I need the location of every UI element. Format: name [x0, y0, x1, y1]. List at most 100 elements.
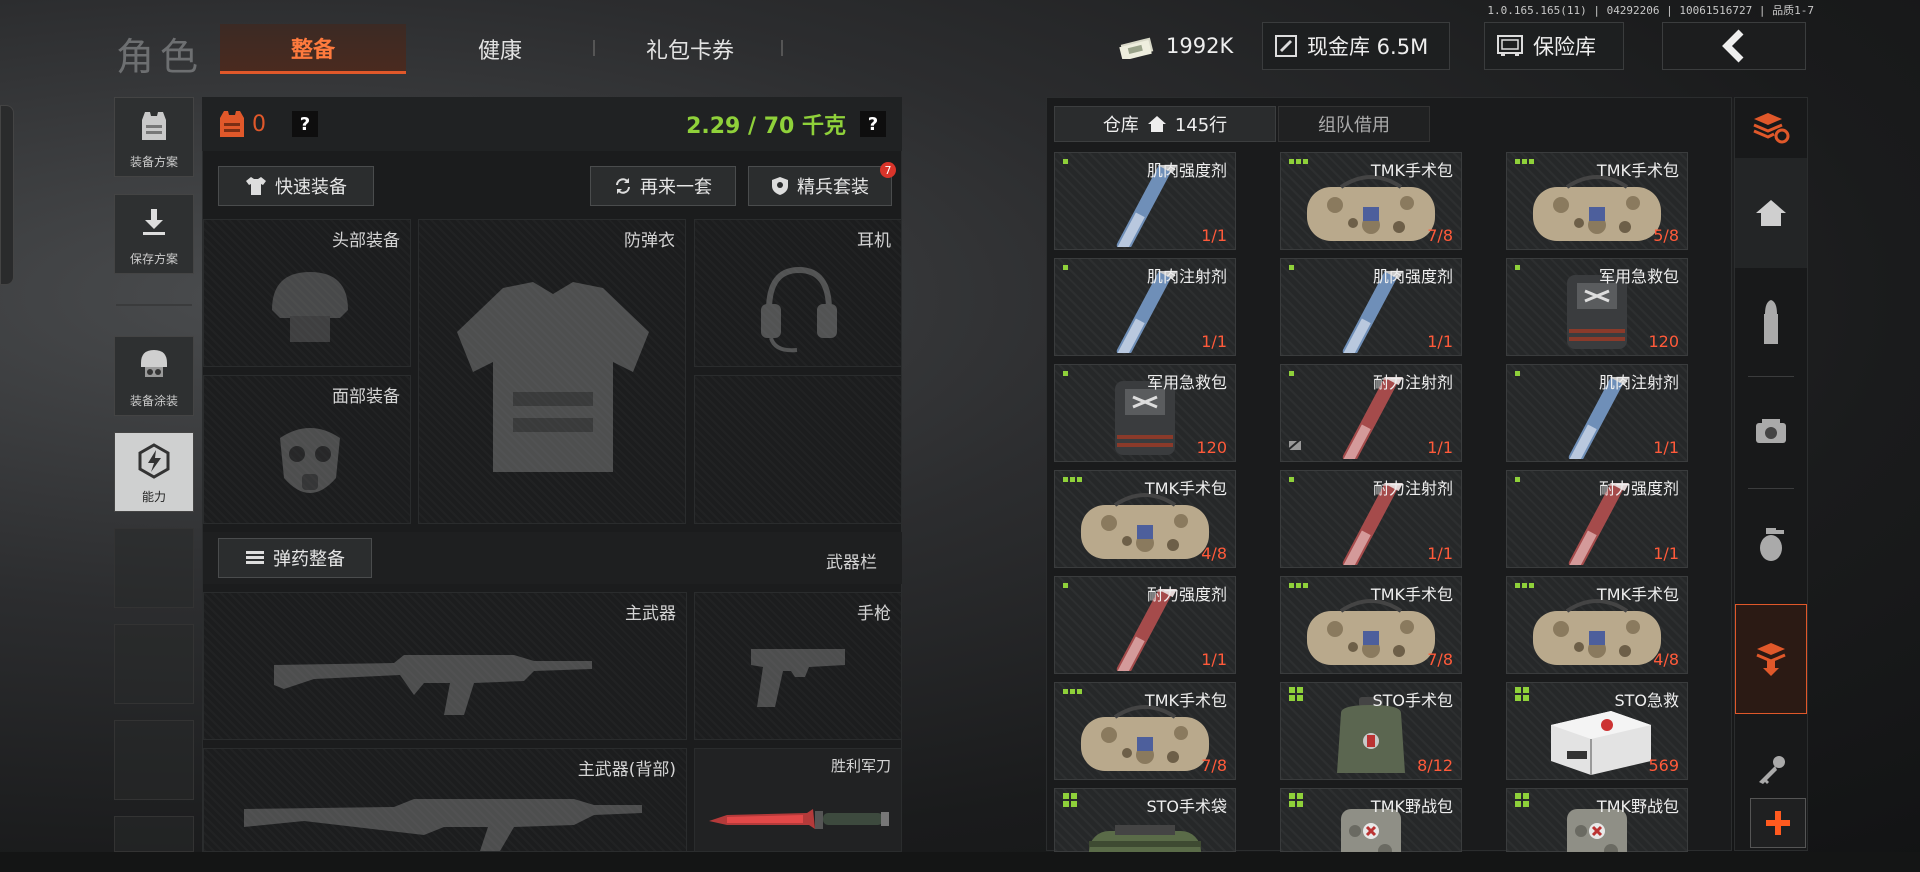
safe-icon [1497, 35, 1523, 57]
warehouse-item[interactable]: 肌肉注射剂 1/1 [1054, 258, 1236, 368]
sidebar-divider [116, 304, 192, 306]
equip-again-button[interactable]: 再来一套 [590, 166, 736, 206]
warehouse-item[interactable]: TMK手术包 4/8 [1506, 576, 1688, 674]
warehouse-tab-label: 仓库 [1102, 115, 1139, 136]
item-name: TMK手术包 [1370, 585, 1453, 604]
tab-gift-cards[interactable]: 礼包卡券 [610, 24, 770, 74]
warehouse-item[interactable]: 军用急救包 120 [1506, 258, 1688, 356]
rarity-dots [1515, 159, 1534, 164]
ammo-prep-button[interactable]: 弹药整备 [218, 538, 372, 578]
weight-help-button[interactable]: ? [860, 111, 886, 137]
warehouse-item[interactable]: STO急救 569 [1506, 682, 1688, 780]
armor-count: 0 [252, 111, 266, 137]
warehouse-item[interactable]: 肌肉注射剂 1/1 [1506, 364, 1688, 474]
ammo-icon [1760, 298, 1782, 346]
warehouse-item[interactable]: 军用急救包 120 [1054, 364, 1236, 462]
helmet-silhouette-icon [272, 272, 348, 342]
sidebar-item-save-plan[interactable]: 保存方案 [114, 194, 194, 274]
cash-vault-button[interactable]: 现金库 6.5M [1262, 22, 1450, 70]
warehouse-item[interactable]: 肌肉强度剂 1/1 [1054, 152, 1236, 262]
item-count: 1/1 [1427, 438, 1453, 457]
cash-icon [1118, 33, 1156, 59]
back-button[interactable] [1662, 22, 1806, 70]
download-icon [139, 207, 169, 237]
ammo-icon [245, 549, 265, 567]
sidebar-item-loadout-plan[interactable]: 装备方案 [114, 97, 194, 177]
warehouse-item[interactable]: TMK野战包 [1506, 788, 1688, 872]
side-drawer-handle[interactable] [0, 105, 14, 285]
rarity-dots [1515, 477, 1520, 482]
tab-health[interactable]: 健康 [420, 24, 580, 74]
warehouse-item[interactable]: 耐力强度剂 1/1 [1506, 470, 1688, 580]
warehouse-item[interactable]: TMK手术包 7/8 [1054, 682, 1236, 780]
sidebar-item-label: 能力 [141, 490, 166, 504]
body-armor-silhouette-icon [457, 282, 649, 472]
currency-value: 1992K [1166, 34, 1234, 58]
item-name: 肌肉强度剂 [1372, 267, 1453, 286]
warehouse-item[interactable]: TMK手术包 7/8 [1280, 152, 1462, 250]
weight-display: 2.29 / 70 千克 [686, 114, 846, 139]
warehouse-item[interactable]: 耐力强度剂 1/1 [1054, 576, 1236, 686]
rifle-silhouette-icon [274, 655, 592, 715]
sidebar-item-label: 保存方案 [129, 252, 178, 266]
warehouse-item[interactable]: TMK野战包 [1280, 788, 1462, 872]
tab-equip[interactable]: 整备 [220, 24, 406, 74]
safe-button[interactable]: 保险库 [1484, 22, 1624, 70]
sidebar-item-ability[interactable]: 能力 [114, 432, 194, 512]
sidebar-item-label: 装备涂装 [129, 394, 178, 408]
warehouse-item[interactable]: TMK手术包 4/8 [1054, 470, 1236, 568]
rail-sort-button[interactable] [1735, 100, 1807, 156]
rail-category-attachments[interactable] [1735, 380, 1807, 484]
sidebar-item-equipment-skin[interactable]: 装备涂装 [114, 336, 194, 416]
item-name: TMK手术包 [1596, 585, 1679, 604]
warehouse-item[interactable]: 耐力注射剂 1/1 [1280, 364, 1462, 474]
stack-refresh-icon [1752, 111, 1790, 145]
armor-vest-icon [218, 109, 246, 139]
version-text: 1.0.165.165(11) | 04292206 | 10061516727… [1487, 4, 1814, 17]
slot-head[interactable]: 头部装备 [203, 219, 411, 367]
gas-mask-silhouette-icon [280, 428, 340, 493]
armor-help-button[interactable]: ? [292, 111, 318, 137]
rail-category-medical[interactable] [1735, 604, 1807, 714]
equip-again-label: 再来一套 [640, 177, 712, 198]
rail-category-home[interactable] [1735, 158, 1807, 268]
item-count: 120 [1648, 332, 1679, 351]
rarity-dots [1289, 477, 1294, 482]
warehouse-item[interactable]: TMK手术包 7/8 [1280, 576, 1462, 674]
sidebar-empty-slot [114, 720, 194, 800]
slot-body-armor[interactable]: 防弹衣 [418, 219, 686, 524]
equipment-status-bar: 0 ? 2.29 / 70 千克 ? [202, 97, 902, 151]
key-icon [1755, 754, 1787, 786]
warehouse-item[interactable]: STO手术袋 [1054, 788, 1236, 872]
tab-warehouse[interactable]: 仓库 145行 [1054, 106, 1276, 142]
currency-display: 1992K [1106, 22, 1234, 70]
rail-category-throwables[interactable] [1735, 492, 1807, 596]
slot-face[interactable]: 面部装备 [203, 375, 411, 524]
elite-set-button[interactable]: 精兵套装 [748, 166, 892, 206]
slot-pistol[interactable]: 手枪 [694, 592, 902, 740]
warehouse-rows: 145行 [1174, 115, 1228, 136]
slot-primary-weapon-back[interactable]: 主武器(背部) [203, 748, 687, 852]
tab-team-borrow[interactable]: 组队借用 [1278, 106, 1430, 142]
warehouse-item[interactable]: 肌肉强度剂 1/1 [1280, 258, 1462, 368]
warehouse-item[interactable]: STO手术包 8/12 [1280, 682, 1462, 780]
warehouse-item[interactable]: 耐力注射剂 1/1 [1280, 470, 1462, 580]
slot-knife[interactable]: 胜利军刀 [694, 748, 902, 852]
back-arrow-icon [1717, 29, 1751, 63]
item-name: 肌肉强度剂 [1146, 161, 1227, 180]
scope-icon [1752, 417, 1790, 447]
rarity-dots [1063, 689, 1082, 694]
item-count: 5/8 [1653, 226, 1679, 245]
slot-primary-weapon[interactable]: 主武器 [203, 592, 687, 740]
rail-category-ammo[interactable] [1735, 270, 1807, 374]
item-count: 7/8 [1427, 650, 1453, 669]
item-count: 1/1 [1427, 544, 1453, 563]
slot-headset[interactable]: 耳机 [694, 219, 902, 367]
rail-add-button[interactable] [1750, 798, 1806, 848]
rarity-dots [1063, 477, 1082, 482]
warehouse-item[interactable]: TMK手术包 5/8 [1506, 152, 1688, 250]
item-count: 8/12 [1417, 756, 1453, 775]
rail-divider [1748, 376, 1794, 377]
quick-equip-button[interactable]: 快速装备 [218, 166, 374, 206]
item-count: 1/1 [1653, 438, 1679, 457]
